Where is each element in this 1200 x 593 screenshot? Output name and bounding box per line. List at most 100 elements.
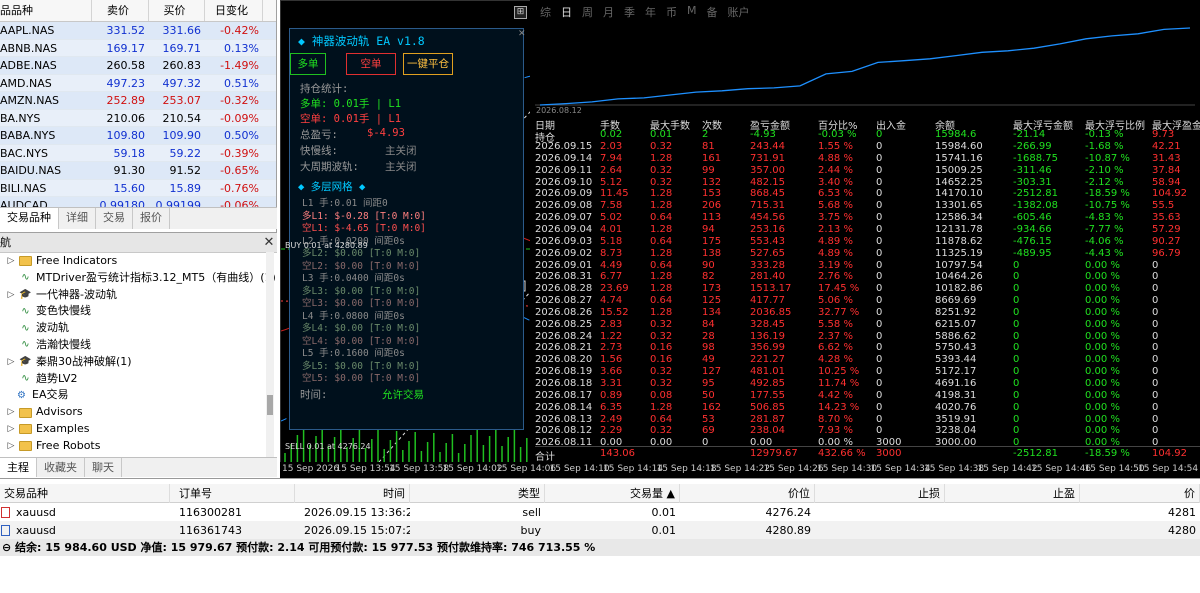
report-cell: 69 <box>702 425 715 437</box>
market-watch-row[interactable]: ADBE.NAS 260.58 260.83 -1.49% <box>0 57 276 75</box>
column-header[interactable]: 类型 <box>420 484 545 503</box>
expand-arrow-icon[interactable]: ▷ <box>6 354 16 371</box>
report-cell: 0 <box>876 200 883 212</box>
report-cell: 432.66 % <box>818 448 866 459</box>
market-watch-row[interactable]: AMZN.NAS 252.89 253.07 -0.32% <box>0 92 276 110</box>
col-bid[interactable]: 卖价 <box>92 0 149 21</box>
report-cell: -2512.81 <box>1013 448 1058 459</box>
navigator-scroll-thumb[interactable] <box>267 395 273 415</box>
col-symbol[interactable]: 品品种 <box>0 0 92 21</box>
close-icon[interactable]: ✕ <box>518 29 526 39</box>
col-ask[interactable]: 买价 <box>149 0 205 21</box>
navigator-item[interactable]: ▷ Free Indicators <box>0 253 277 270</box>
navigator-item[interactable]: ∿ 变色快慢线 <box>0 303 277 320</box>
navigator-item[interactable]: ▷ 🎓 秦鼎30战神破解(1) <box>0 354 277 371</box>
market-watch-row[interactable]: ABNB.NAS 169.17 169.71 0.13% <box>0 39 276 57</box>
report-cell: 243.44 <box>750 141 785 152</box>
report-cell: 0 <box>1152 330 1159 342</box>
report-tab[interactable]: 日 <box>561 4 572 20</box>
market-watch-row[interactable]: BA.NYS 210.06 210.54 -0.09% <box>0 109 276 127</box>
report-cell: 0.00 % <box>1085 259 1120 271</box>
navigator-item[interactable]: ⚙ EA交易 <box>0 387 277 404</box>
report-cell: 42.21 <box>1152 141 1181 152</box>
market-watch-row[interactable]: BAIDU.NAS 91.30 91.52 -0.65% <box>0 162 276 180</box>
navigator-item[interactable]: ∿ 趋势LV2 <box>0 371 277 388</box>
report-cell: 3.75 % <box>818 212 853 224</box>
expand-arrow-icon[interactable]: ▷ <box>6 438 16 455</box>
report-tab[interactable]: 综 <box>540 4 551 20</box>
column-header[interactable]: 止损 <box>820 484 945 503</box>
market-watch-row[interactable]: AAPL.NAS 331.52 331.66 -0.42% <box>0 22 276 40</box>
navigator-item[interactable]: ∿ 波动轨 <box>0 320 277 337</box>
column-header[interactable]: 交易品种 <box>0 484 170 503</box>
folder-icon <box>19 441 32 452</box>
expand-arrow-icon[interactable]: ▷ <box>6 253 16 270</box>
report-tab[interactable]: 备 <box>707 4 718 20</box>
column-header[interactable]: 价 <box>1085 484 1200 503</box>
report-tab[interactable]: 账户 <box>728 4 750 20</box>
report-cell: 0 <box>876 306 883 318</box>
report-cell: -311.46 <box>1013 164 1052 176</box>
report-cell: 0.00 % <box>1085 366 1120 378</box>
grid-toggle-icon[interactable]: ⊞ <box>514 6 527 19</box>
order-row[interactable]: xauusd 116300281 2026.09.15 13:36:21 sell 0.… <box>0 503 1200 522</box>
grid-title: ◆ 多层网格 ◆ <box>298 181 366 193</box>
expand-arrow-icon[interactable]: ▷ <box>6 287 16 304</box>
buy-button[interactable]: 多单 <box>290 53 326 75</box>
market-watch-row[interactable]: AMD.NAS 497.23 497.32 0.51% <box>0 74 276 92</box>
column-header[interactable]: 止盈 <box>950 484 1080 503</box>
report-tab[interactable]: 季 <box>624 4 635 20</box>
order-cell: 4280 <box>1168 524 1196 537</box>
navigator-item[interactable]: ▷ Advisors <box>0 404 277 421</box>
report-cell: 328.45 <box>750 318 785 330</box>
market-watch-row[interactable]: BAC.NYS 59.18 59.22 -0.39% <box>0 144 276 162</box>
report-cell: 2026.09.03 <box>535 235 593 247</box>
report-cell: 3.66 <box>600 366 623 378</box>
navigator-item[interactable]: ∿ 浩瀚快慢线 <box>0 337 277 354</box>
navigator-item-label: Examples <box>36 421 90 435</box>
tab-chat[interactable]: 聊天 <box>85 458 122 477</box>
column-header[interactable]: 价位 <box>680 484 815 503</box>
tab-symbols[interactable]: 交易品种 <box>0 208 59 229</box>
column-header[interactable]: 交易量 ▲ <box>555 484 680 503</box>
column-header[interactable]: 订单号 <box>175 484 295 503</box>
tab-ticks[interactable]: 报价 <box>133 208 170 229</box>
order-row[interactable]: xauusd 116361743 2026.09.15 15:07:24 buy 0.0… <box>0 521 1200 540</box>
report-cell: 1.28 <box>650 247 673 259</box>
report-cell: -1688.75 <box>1013 152 1058 164</box>
col-change[interactable]: 日变化 <box>205 0 263 21</box>
expand-arrow-icon[interactable]: ▷ <box>6 404 16 421</box>
tab-common[interactable]: 主程 <box>0 458 37 477</box>
sell-button[interactable]: 空单 <box>346 53 396 75</box>
report-cell: -605.46 <box>1013 212 1052 224</box>
navigator-item-label: 浩瀚快慢线 <box>36 337 91 351</box>
close-all-button[interactable]: 一键平仓 <box>403 53 453 75</box>
report-tab[interactable]: 月 <box>603 4 614 20</box>
navigator-item[interactable]: ▷ Examples <box>0 421 277 438</box>
report-row: 2026.09.03 5.18 0.64 175 553.43 4.89 % 0 11878.… <box>535 236 1200 248</box>
tab-details[interactable]: 详细 <box>59 208 96 229</box>
report-tab[interactable]: 周 <box>582 4 593 20</box>
tab-favorites[interactable]: 收藏夹 <box>37 458 85 477</box>
close-icon[interactable]: ✕ <box>261 233 277 252</box>
expand-arrow-icon[interactable]: ▷ <box>6 421 16 438</box>
report-tab[interactable]: 年 <box>645 4 656 20</box>
tab-trading[interactable]: 交易 <box>96 208 133 229</box>
report-cell: -476.15 <box>1013 235 1052 247</box>
report-cell: 253.16 <box>750 223 785 235</box>
navigator-item[interactable]: ∿ MTDriver盈亏统计指标3.12_MT5（有曲线）(1) <box>0 270 277 287</box>
report-tab[interactable]: 币 <box>666 4 677 20</box>
navigator-item[interactable]: ▷ Free Robots <box>0 438 277 455</box>
market-watch-row[interactable]: BABA.NYS 109.80 109.90 0.50% <box>0 127 276 145</box>
report-cell: 0 <box>1013 330 1020 342</box>
navigator-item[interactable]: ▷ 🎓 一代神器-波动轨 <box>0 287 277 304</box>
report-tab[interactable]: M <box>687 4 697 20</box>
report-cell: 0 <box>876 176 883 188</box>
column-header[interactable]: 时间 <box>300 484 410 503</box>
report-cell: 0.32 <box>650 378 673 389</box>
report-cell: 0 <box>1152 295 1159 307</box>
ask-cell: 253.07 <box>162 94 202 107</box>
navigator-scrollbar[interactable] <box>266 252 274 457</box>
market-watch-row[interactable]: BILI.NAS 15.60 15.89 -0.76% <box>0 179 276 197</box>
report-cell: 6.77 <box>600 271 623 283</box>
